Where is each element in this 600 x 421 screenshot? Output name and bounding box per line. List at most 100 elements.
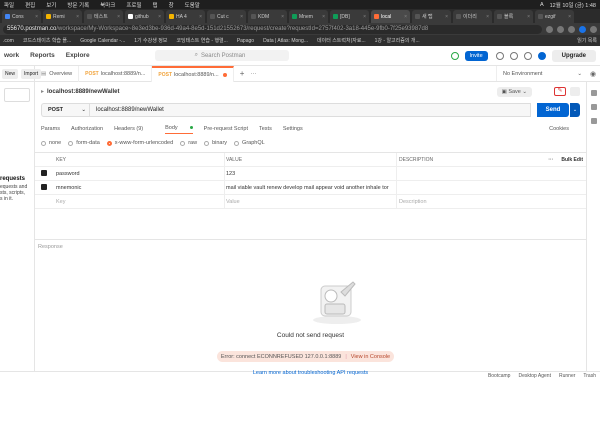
browser-tab[interactable]: [DB] × bbox=[330, 10, 369, 23]
view-in-console-link[interactable]: View in Console bbox=[351, 354, 390, 360]
info-icon[interactable] bbox=[590, 118, 597, 124]
browser-tab[interactable]: Cons × bbox=[2, 10, 41, 23]
menu-item[interactable]: 프로필 bbox=[126, 1, 141, 9]
key-placeholder[interactable]: Key bbox=[51, 199, 224, 205]
save-button[interactable]: ▣ Save ⌄ bbox=[496, 86, 532, 97]
extension-icon[interactable] bbox=[568, 25, 575, 33]
input-source[interactable]: A bbox=[540, 2, 544, 8]
url-input[interactable]: localhost:8889/newWallet bbox=[89, 103, 531, 117]
radio-binary[interactable]: binary bbox=[204, 140, 227, 146]
troubleshooting-link[interactable]: Learn more about troubleshooting API req… bbox=[35, 370, 586, 376]
key-cell[interactable]: mnemonic bbox=[51, 185, 224, 191]
edit-pencil-icon[interactable]: ✎ bbox=[554, 87, 566, 96]
browser-tab[interactable]: HA 4 × bbox=[166, 10, 205, 23]
browser-tab[interactable]: 테스트 × bbox=[84, 10, 123, 23]
invite-button[interactable]: Invite bbox=[464, 50, 488, 61]
documentation-icon[interactable] bbox=[570, 87, 580, 96]
send-options-chevron-icon[interactable]: ⌄ bbox=[570, 103, 580, 117]
settings-gear-icon[interactable] bbox=[509, 51, 518, 60]
close-icon[interactable]: × bbox=[527, 14, 530, 20]
radio-graphql[interactable]: GraphQL bbox=[234, 140, 265, 146]
description-placeholder[interactable]: Description bbox=[396, 195, 530, 208]
bookmark-item[interactable]: 데이터 스트럭처(자료... bbox=[317, 37, 366, 44]
address-bar[interactable]: 55670.postman.co/workspace/My-Workspace~… bbox=[3, 24, 542, 34]
upgrade-button[interactable]: Upgrade bbox=[551, 49, 596, 62]
nav-workspaces[interactable]: work bbox=[4, 52, 19, 59]
code-snippet-icon[interactable] bbox=[590, 90, 597, 96]
environment-eye-icon[interactable]: ◉ bbox=[586, 70, 600, 78]
menu-item[interactable]: 보기 bbox=[46, 1, 56, 9]
close-icon[interactable]: × bbox=[199, 14, 202, 20]
value-placeholder[interactable]: Value bbox=[224, 195, 396, 208]
browser-tab[interactable]: Remi × bbox=[43, 10, 82, 23]
description-cell[interactable] bbox=[396, 181, 530, 194]
request-title[interactable]: localhost:8889/newWallet bbox=[47, 89, 119, 95]
close-icon[interactable]: × bbox=[568, 14, 571, 20]
browser-tab[interactable]: 이더리 × bbox=[453, 10, 492, 23]
description-cell[interactable] bbox=[396, 167, 530, 180]
browser-tab[interactable]: Cut c × bbox=[207, 10, 246, 23]
tab-headers[interactable]: Headers (9) bbox=[114, 126, 154, 132]
tab-body[interactable]: Body bbox=[165, 125, 193, 134]
tab-params[interactable]: Params bbox=[41, 126, 60, 132]
close-icon[interactable]: × bbox=[281, 14, 284, 20]
comments-icon[interactable] bbox=[590, 104, 597, 110]
browser-tab[interactable]: github × bbox=[125, 10, 164, 23]
bookmark-item[interactable]: 코딩테스트 연습 - 행렬... bbox=[176, 37, 227, 44]
bookmark-star-icon[interactable] bbox=[557, 25, 564, 33]
row-checkbox[interactable] bbox=[41, 183, 47, 190]
bookmark-item[interactable]: 읽기 목록 bbox=[577, 37, 597, 44]
user-avatar[interactable] bbox=[537, 51, 546, 60]
radio-form-data[interactable]: form-data bbox=[68, 140, 100, 146]
browser-tab[interactable]: Mnem × bbox=[289, 10, 328, 23]
more-columns-button[interactable]: ··· bbox=[548, 157, 553, 163]
tab-settings[interactable]: Settings bbox=[283, 126, 303, 132]
close-icon[interactable]: × bbox=[445, 14, 448, 20]
close-icon[interactable]: × bbox=[404, 14, 407, 20]
browser-tab[interactable]: local × bbox=[371, 10, 410, 23]
browser-tab[interactable]: KDM × bbox=[248, 10, 287, 23]
menu-item[interactable]: 북마크 bbox=[100, 1, 115, 9]
search-input[interactable]: ⌕ Search Postman bbox=[154, 50, 289, 61]
tab-overview[interactable]: ▤ Overview bbox=[35, 65, 80, 82]
bookmark-item[interactable]: 코드스테이츠 학습 플... bbox=[23, 37, 71, 44]
environment-select[interactable]: No Environment ⌄ bbox=[496, 66, 586, 81]
value-cell[interactable]: 123 bbox=[224, 167, 396, 180]
key-cell[interactable]: password bbox=[51, 171, 224, 177]
bookmark-item[interactable]: Papago bbox=[237, 38, 254, 44]
radio-x-www-form-urlencoded[interactable]: x-www-form-urlencoded bbox=[106, 140, 173, 146]
browser-menu-icon[interactable] bbox=[590, 25, 597, 33]
tab-pre-request-script[interactable]: Pre-request Script bbox=[204, 126, 248, 132]
profile-avatar-icon[interactable] bbox=[579, 25, 586, 33]
menu-item[interactable]: 방문 기록 bbox=[67, 1, 89, 9]
close-icon[interactable]: × bbox=[35, 14, 38, 20]
bookmark-item[interactable]: 1기 수강생 정보 bbox=[134, 37, 167, 44]
value-cell[interactable]: mail viable vault renew develop mail app… bbox=[224, 181, 396, 194]
close-icon[interactable]: × bbox=[486, 14, 489, 20]
add-tab-button[interactable]: + bbox=[240, 69, 245, 78]
bulk-edit-button[interactable]: Bulk Edit bbox=[561, 157, 583, 163]
radio-raw[interactable]: raw bbox=[180, 140, 197, 146]
browser-tab[interactable]: 블록 × bbox=[494, 10, 533, 23]
menu-item[interactable]: 편집 bbox=[25, 1, 35, 9]
more-tabs-button[interactable]: ··· bbox=[250, 71, 256, 77]
satellite-icon[interactable] bbox=[495, 51, 504, 60]
nav-reports[interactable]: Reports bbox=[30, 52, 55, 59]
radio-none[interactable]: none bbox=[41, 140, 61, 146]
tab-request-active[interactable]: POST localhost:8889/n... bbox=[152, 65, 234, 82]
close-icon[interactable]: × bbox=[76, 14, 79, 20]
browser-tab[interactable]: 새 탭 × bbox=[412, 10, 451, 23]
sync-status-icon[interactable] bbox=[450, 51, 459, 60]
browser-tab[interactable]: ezgif × bbox=[535, 10, 574, 23]
menu-item[interactable]: 창 bbox=[169, 1, 174, 9]
tab-authorization[interactable]: Authorization bbox=[71, 126, 103, 132]
close-icon[interactable]: × bbox=[158, 14, 161, 20]
tab-tests[interactable]: Tests bbox=[259, 126, 272, 132]
new-button[interactable]: New bbox=[2, 68, 19, 79]
row-checkbox[interactable] bbox=[41, 169, 47, 176]
notifications-bell-icon[interactable] bbox=[523, 51, 532, 60]
menu-item[interactable]: 탭 bbox=[153, 1, 158, 9]
method-select[interactable]: POST ⌄ bbox=[41, 103, 89, 117]
share-icon[interactable] bbox=[546, 25, 553, 33]
tab-request[interactable]: POST localhost:8889/n... bbox=[79, 65, 153, 82]
